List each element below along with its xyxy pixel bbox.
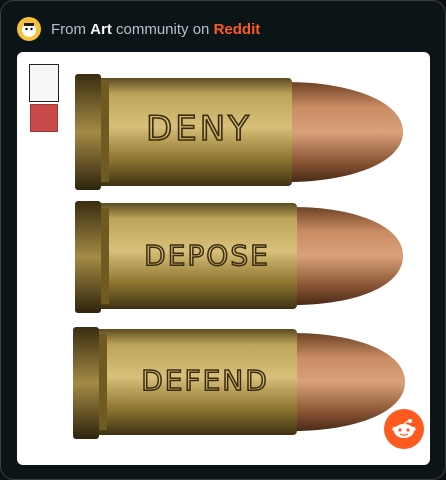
header-text: From Art community on Reddit [51, 21, 260, 38]
community-avatar-icon[interactable] [17, 17, 41, 41]
post-image[interactable]: DENY DEPOSE DEFEND [17, 52, 430, 465]
bullet-deny: DENY [75, 74, 403, 190]
bullet-word-2: DEPOSE [144, 239, 270, 272]
bullet-word-1: DENY [146, 109, 252, 149]
bullet-defend: DEFEND [73, 327, 405, 439]
header-prefix: From [51, 20, 91, 38]
bullets-illustration: DENY DEPOSE DEFEND [73, 74, 405, 439]
embed-header[interactable]: From Art community on Reddit [17, 15, 429, 43]
platform-name-link[interactable]: Reddit [214, 21, 261, 38]
community-name-link[interactable]: Art [90, 21, 112, 38]
bullet-word-3: DEFEND [141, 364, 269, 397]
header-middle: community on [111, 20, 214, 38]
bullet-depose: DEPOSE [75, 201, 403, 313]
reddit-logo-icon[interactable] [384, 409, 424, 449]
reddit-embed-card: From Art community on Reddit DENY DEPOSE… [0, 0, 446, 480]
